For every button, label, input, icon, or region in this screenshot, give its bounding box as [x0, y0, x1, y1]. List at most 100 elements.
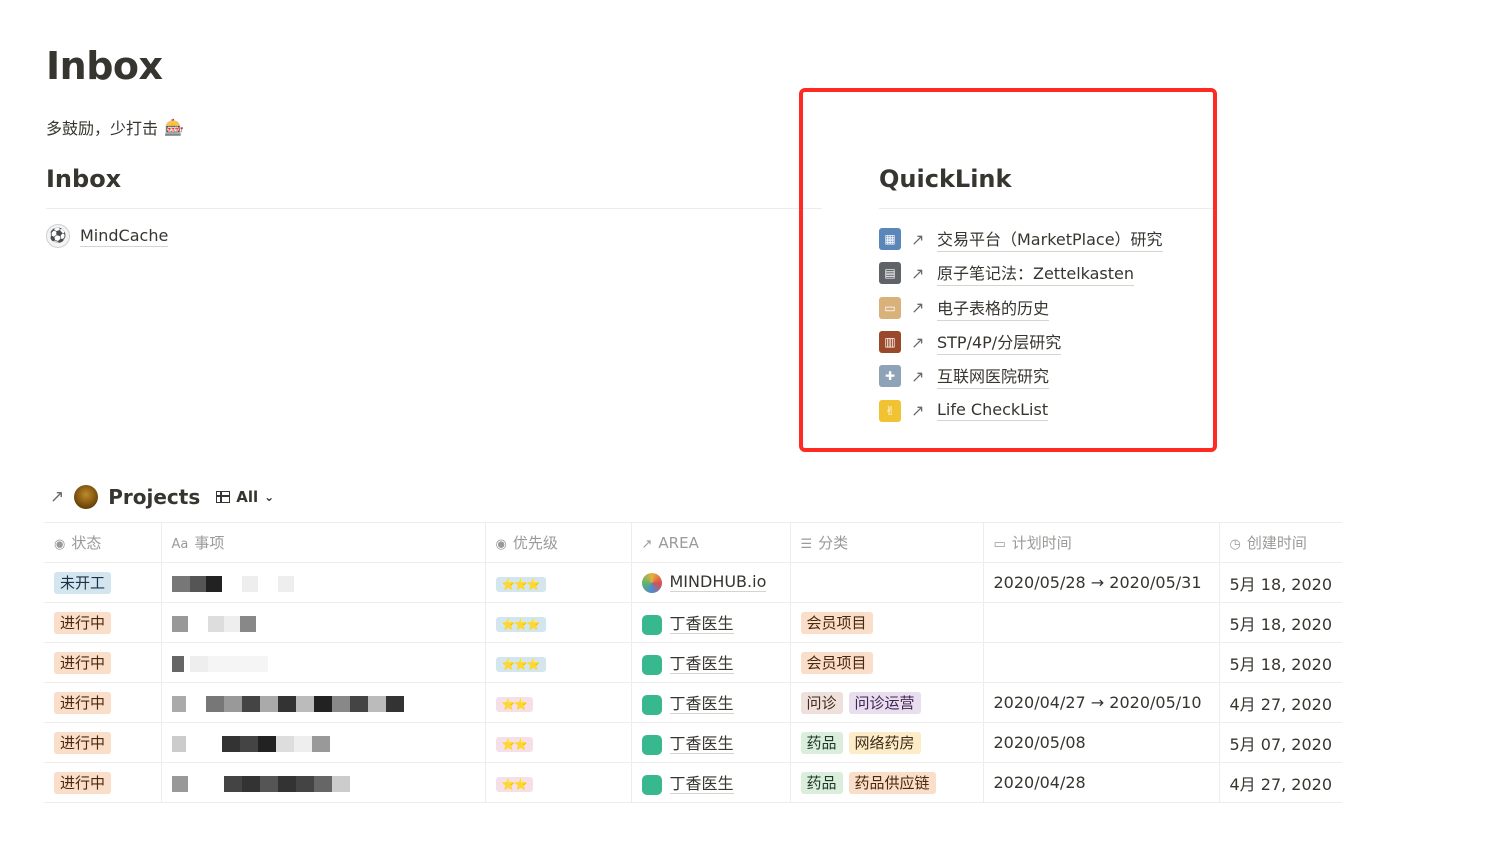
created-date-cell: 5月 07, 2020	[1219, 722, 1343, 763]
column-header[interactable]: ☰ 分类	[790, 522, 984, 563]
dxy-icon	[641, 694, 662, 715]
projects-icon	[74, 485, 99, 509]
category-cell[interactable]: 问诊 问诊运营	[790, 682, 984, 723]
area-cell[interactable]: 丁香医生	[631, 682, 791, 723]
plan-date-cell[interactable]: 2020/04/27 → 2020/05/10	[983, 682, 1220, 723]
plan-date-cell[interactable]: 2020/05/28 → 2020/05/31	[983, 562, 1220, 603]
quicklink-item[interactable]: ▦ ↗ 交易平台（MarketPlace）研究	[879, 222, 1163, 256]
priority-cell[interactable]: ⭐⭐	[485, 722, 632, 763]
priority-cell[interactable]: ⭐⭐⭐	[485, 642, 632, 683]
quicklink-item[interactable]: ▥ ↗ STP/4P/分层研究	[879, 325, 1163, 359]
rock-on-hand-icon: ✌	[879, 399, 901, 422]
quicklink-label: 交易平台（MarketPlace）研究	[937, 226, 1163, 253]
column-label: 事项	[194, 534, 225, 552]
quicklink-divider	[879, 208, 1213, 209]
column-header[interactable]: ◉ 优先级	[485, 522, 632, 563]
category-cell[interactable]: 药品 药品供应链	[790, 762, 984, 803]
table-view-icon	[216, 491, 231, 503]
column-header[interactable]: ◉ 状态	[44, 522, 162, 563]
area-cell[interactable]: 丁香医生	[631, 642, 791, 683]
view-select[interactable]: All ⌄	[216, 488, 274, 506]
category-cell[interactable]	[790, 562, 984, 603]
quicklink-item[interactable]: ▭ ↗ 电子表格的历史	[879, 291, 1163, 325]
category-cell[interactable]: 会员项目	[790, 642, 984, 683]
status-cell[interactable]: 进行中	[44, 602, 162, 643]
category-tag: 药品	[800, 771, 843, 794]
page-subtitle: 多鼓励，少打击 🎰	[46, 115, 184, 139]
status-badge: 进行中	[54, 651, 112, 674]
column-label: 状态	[71, 534, 102, 552]
subtitle-text: 多鼓励，少打击	[46, 119, 159, 138]
area-cell[interactable]: 丁香医生	[631, 602, 791, 643]
quicklink-item[interactable]: ▤ ↗ 原子笔记法：Zettelkasten	[879, 256, 1163, 290]
plan-date-cell[interactable]	[983, 602, 1220, 643]
created-date-cell: 5月 18, 2020	[1219, 602, 1343, 643]
plan-date: 2020/05/28 → 2020/05/31	[993, 573, 1202, 592]
priority-cell[interactable]: ⭐⭐	[485, 682, 632, 723]
mindhub-icon	[641, 572, 662, 593]
hospital-icon: ✚	[879, 365, 901, 388]
column-header[interactable]: ◷ 创建时间	[1219, 522, 1343, 563]
plan-date-cell[interactable]	[983, 642, 1220, 683]
table-row[interactable]: 进行中 ⭐⭐ 丁香医生 问诊 问诊运营 2020/04/27 → 2020/05/10 4月…	[44, 682, 1343, 723]
priority-stars: ⭐⭐	[495, 777, 533, 792]
priority-stars: ⭐⭐	[495, 697, 533, 712]
item-cell[interactable]	[161, 642, 486, 683]
table-row[interactable]: 进行中 ⭐⭐ 丁香医生 药品 网络药房 2020/05/08 5月 07, 2020	[44, 722, 1343, 763]
status-cell[interactable]: 进行中	[44, 682, 162, 723]
area-cell[interactable]: 丁香医生	[631, 762, 791, 803]
projects-table: ◉ 状态 Aa 事项 ◉ 优先级 ↗ AREA ☰ 分类 ▭ 计划时间 ◷ 创建时间 未开工 ⭐⭐⭐ MIND…	[44, 522, 1343, 803]
quicklink-heading: QuickLink	[879, 165, 1012, 193]
priority-stars: ⭐⭐	[495, 737, 533, 752]
area-label: 丁香医生	[669, 734, 734, 755]
link-arrow-icon[interactable]: ↗	[50, 487, 64, 507]
priority-cell[interactable]: ⭐⭐⭐	[485, 602, 632, 643]
created-date: 4月 27, 2020	[1229, 694, 1333, 714]
status-badge: 进行中	[54, 771, 112, 794]
item-cell[interactable]	[161, 602, 486, 643]
status-cell[interactable]: 进行中	[44, 642, 162, 683]
status-cell[interactable]: 未开工	[44, 562, 162, 603]
column-header[interactable]: ↗ AREA	[631, 522, 791, 563]
status-cell[interactable]: 进行中	[44, 722, 162, 763]
quicklink-label: 电子表格的历史	[937, 295, 1050, 321]
projects-title[interactable]: Projects	[108, 485, 200, 509]
plan-date-cell[interactable]: 2020/05/08	[983, 722, 1220, 763]
priority-cell[interactable]: ⭐⭐	[485, 762, 632, 803]
column-header[interactable]: ▭ 计划时间	[983, 522, 1220, 563]
table-row[interactable]: 进行中 ⭐⭐⭐ 丁香医生 会员项目 5月 18, 2020	[44, 602, 1343, 643]
package-icon: ▭	[879, 296, 901, 319]
table-row[interactable]: 进行中 ⭐⭐ 丁香医生 药品 药品供应链 2020/04/28 4月 27, 2020	[44, 762, 1343, 803]
item-cell[interactable]	[161, 562, 486, 603]
quicklink-item[interactable]: ✌ ↗ Life CheckList	[879, 393, 1163, 427]
priority-cell[interactable]: ⭐⭐⭐	[485, 562, 632, 603]
created-date-cell: 4月 27, 2020	[1219, 682, 1343, 723]
table-body: 未开工 ⭐⭐⭐ MINDHUB.io 2020/05/28 → 2020/05/31 5…	[44, 562, 1343, 803]
column-header[interactable]: Aa 事项	[161, 522, 486, 563]
quicklink-item[interactable]: ✚ ↗ 互联网医院研究	[879, 359, 1163, 393]
inbox-link-label: MindCache	[80, 225, 169, 247]
item-cell[interactable]	[161, 722, 486, 763]
table-row[interactable]: 进行中 ⭐⭐⭐ 丁香医生 会员项目 5月 18, 2020	[44, 642, 1343, 683]
column-label: 创建时间	[1246, 534, 1307, 552]
category-cell[interactable]: 会员项目	[790, 602, 984, 643]
link-arrow-icon: ↗	[911, 332, 925, 352]
area-cell[interactable]: MINDHUB.io	[631, 562, 791, 603]
area-cell[interactable]: 丁香医生	[631, 722, 791, 763]
category-tag: 会员项目	[800, 611, 873, 634]
area-label: MINDHUB.io	[669, 572, 767, 593]
plan-date-cell[interactable]: 2020/04/28	[983, 762, 1220, 803]
item-cell[interactable]	[161, 762, 486, 803]
status-cell[interactable]: 进行中	[44, 762, 162, 803]
table-row[interactable]: 未开工 ⭐⭐⭐ MINDHUB.io 2020/05/28 → 2020/05/31 5…	[44, 562, 1343, 603]
office-building-icon: ▦	[879, 228, 901, 251]
redacted-item-title	[171, 695, 404, 712]
category-tag: 药品	[800, 731, 843, 754]
category-cell[interactable]: 药品 网络药房	[790, 722, 984, 763]
item-cell[interactable]	[161, 682, 486, 723]
quicklink-list: ▦ ↗ 交易平台（MarketPlace）研究 ▤ ↗ 原子笔记法：Zettelkaste…	[879, 222, 1163, 428]
link-arrow-icon: ↗	[911, 263, 925, 283]
inbox-divider	[46, 208, 822, 209]
link-arrow-icon: ↗	[911, 366, 925, 386]
inbox-link-mindcache[interactable]: ⚽ MindCache	[46, 224, 169, 248]
